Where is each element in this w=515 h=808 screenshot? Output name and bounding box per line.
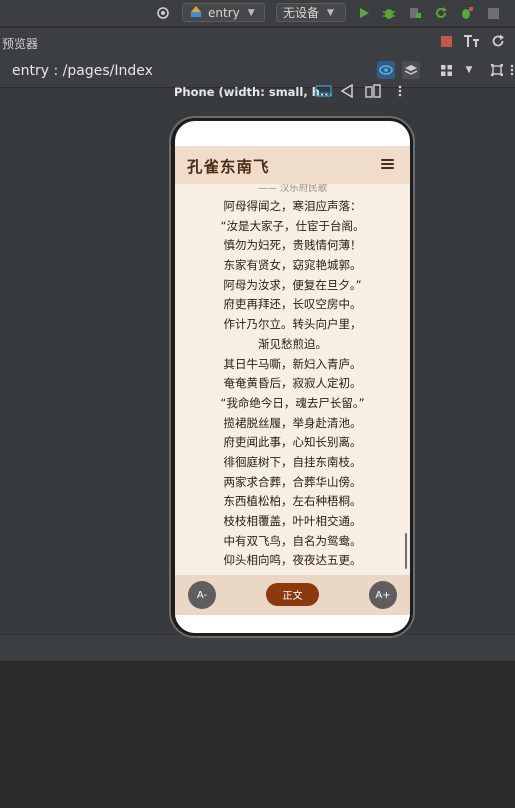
target-icon[interactable] [154,4,172,22]
poem-author: —— 汉乐府民歌 [257,184,328,194]
module-select[interactable]: entry ▼ [182,3,265,22]
poem-line: 慎勿为妇死，贵贱情何薄！ [223,238,362,253]
stop-icon[interactable] [484,4,502,22]
menu-icon[interactable] [381,159,394,169]
previewer-header: 预览器 [0,27,515,56]
run-icon[interactable] [355,4,373,22]
poem-line: 奄奄黄昏后，寂寂人定初。 [223,376,362,391]
chevron-down-icon: ▼ [247,7,255,18]
layers-icon[interactable] [402,61,420,79]
debug-icon[interactable] [380,4,398,22]
more-icon[interactable] [508,61,515,79]
poem-line: 府吏闻此事，心知长别离。 [223,435,362,450]
decrease-font-button[interactable]: A- [188,581,216,609]
poem-line: 中有双飞鸟，自名为鸳鸯。 [223,533,362,548]
device-select-value: 无设备 [283,6,320,20]
screen-bottom-area [175,615,410,633]
main-text-button[interactable]: 正文 [266,583,319,606]
back-triangle-icon[interactable] [338,83,356,99]
inspector-icon[interactable] [377,61,395,79]
ide-toolbar: entry ▼ 无设备 ▼ [0,0,515,26]
poem-line: 徘徊庭树下，自挂东南枝。 [223,454,362,469]
poem-line: 其日牛马嘶，新妇入青庐。 [223,356,362,371]
poem-line: “汝是大家子，仕宦于台阁。 [220,218,365,233]
stop-preview-icon[interactable] [437,32,455,50]
poem-line: 渐见愁煎迫。 [258,336,327,351]
app-title: 孔雀东南飞 [187,158,270,176]
phone-screen: 孔雀东南飞 —— 汉乐府民歌 阿母得闻之，寒泪应声落： “汝是大家子，仕宦于台阁。… [175,121,410,633]
device-label: Phone (width: small, h... [174,85,333,99]
multi-device-icon[interactable] [364,83,382,99]
poem-line: 东西植松柏，左右种梧桐。 [223,494,362,509]
content-scrollbar[interactable] [405,533,407,569]
portrait-icon[interactable] [314,83,332,99]
chevron-down-icon[interactable]: ▼ [460,61,478,79]
profile-icon[interactable] [458,4,476,22]
poem-line: 枝枝相覆盖，叶叶相交通。 [223,514,362,528]
preview-path-bar: entry : /pages/Index ▼ [0,55,515,87]
refresh-icon[interactable] [489,32,507,50]
fit-screen-icon[interactable] [488,61,506,79]
poem-line: “我命绝今日，魂去尸长留。” [220,395,365,410]
poem-content[interactable]: —— 汉乐府民歌 阿母得闻之，寒泪应声落： “汝是大家子，仕宦于台阁。 慎勿为妇死，… [175,184,410,575]
poem-line: 作计乃尔立。转头向户里， [223,317,362,332]
poem-line: 东家有贤女，窈窕艳城郭。 [223,258,362,273]
bottom-panel-strip [0,634,515,661]
poem-line: 阿母为汝求，便复在旦夕。” [223,277,362,292]
poem-line: 阿母得闻之，寒泪应声落： [223,199,362,213]
previewer-title: 预览器 [2,37,39,51]
poem-lines: 阿母得闻之，寒泪应声落： “汝是大家子，仕宦于台阁。 慎勿为妇死，贵贱情何薄！ 东家有… [175,197,410,571]
reload-icon[interactable] [432,4,450,22]
module-icon [189,5,203,21]
device-select[interactable]: 无设备 ▼ [276,3,346,22]
grid-view-icon[interactable] [437,61,455,79]
poem-line: 仰头相向鸣，夜夜达五更。 [223,553,362,568]
app-footer: A- 正文 A+ [175,575,410,615]
attach-debugger-icon[interactable] [406,4,424,22]
app-header: 孔雀东南飞 [175,146,410,184]
increase-font-button[interactable]: A+ [369,581,397,609]
chevron-down-icon: ▼ [327,7,334,18]
poem-line: 府吏再拜还，长叹空房中。 [223,297,362,312]
more-icon[interactable] [391,83,409,99]
poem-line: 揽裙脱丝履，举身赴清池。 [223,415,362,430]
page-path: entry : /pages/Index [12,63,153,79]
poem-line: 两家求合葬，合葬华山傍。 [223,474,362,489]
font-size-icon[interactable] [462,32,480,50]
module-select-value: entry [208,5,240,20]
